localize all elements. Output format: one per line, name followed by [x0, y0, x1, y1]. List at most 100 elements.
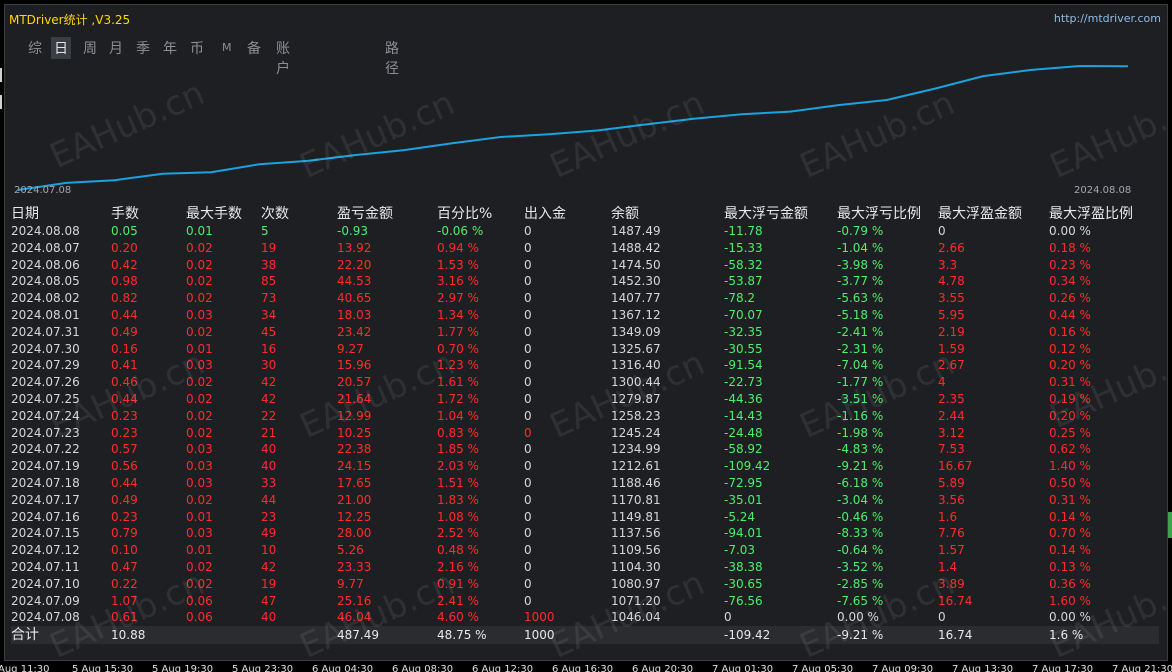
table-row[interactable]: 2024.07.26 0.46 0.02 42 20.57 1.61 % 0 1300.44 -… [11, 374, 1159, 391]
time-axis-label: 6 Aug 16:30 [552, 664, 614, 672]
table-cell: 2024.07.22 [11, 442, 80, 457]
table-cell: 38 [261, 257, 277, 272]
table-cell: 4 [938, 375, 946, 390]
table-cell: 2024.07.09 [11, 593, 80, 608]
table-row[interactable]: 2024.07.31 0.49 0.02 45 23.42 1.77 % 0 1349.09 -… [11, 324, 1159, 341]
table-row[interactable]: 2024.08.07 0.20 0.02 19 13.92 0.94 % 0 1488.42 -… [11, 240, 1159, 257]
total-cell: 487.49 [337, 627, 379, 642]
table-cell: 0.23 [111, 425, 138, 440]
table-cell: 1.85 % [437, 442, 479, 457]
time-axis-label: 5 Aug 15:30 [72, 664, 134, 672]
table-cell: 1.07 [111, 593, 138, 608]
table-row[interactable]: 2024.07.23 0.23 0.02 21 10.25 0.83 % 0 1245.24 -… [11, 425, 1159, 442]
column-header[interactable]: 日期 [11, 203, 111, 223]
table-row[interactable]: 2024.08.02 0.82 0.02 73 40.65 2.97 % 0 1407.77 -… [11, 290, 1159, 307]
table-cell: 0.02 [186, 274, 213, 289]
table-cell: 15.96 [337, 358, 372, 373]
time-axis: Aug 11:30 5 Aug 15:30 5 Aug 19:30 5 Aug 23:… [0, 664, 1172, 672]
table-cell: 1.72 % [437, 391, 479, 406]
table-row[interactable]: 2024.08.05 0.98 0.02 85 44.53 3.16 % 0 1452.30 -… [11, 273, 1159, 290]
table-row[interactable]: 2024.07.17 0.49 0.02 44 21.00 1.83 % 0 1170.81 -… [11, 492, 1159, 509]
table-row[interactable]: 2024.07.15 0.79 0.03 49 28.00 2.52 % 0 1137.56 -… [11, 525, 1159, 542]
table-row[interactable]: 2024.07.25 0.44 0.02 42 21.64 1.72 % 0 1279.87 -… [11, 391, 1159, 408]
tab-m[interactable]: M [219, 40, 235, 55]
table-cell: 1137.56 [611, 526, 661, 541]
table-cell: 1.60 % [1049, 593, 1091, 608]
column-header[interactable]: 百分比% [437, 203, 524, 223]
table-cell: 0.02 [186, 240, 213, 255]
site-link[interactable]: http://mtdriver.com [1054, 12, 1161, 25]
tab-currency[interactable]: 币 [187, 37, 207, 59]
table-cell: 0.22 [111, 576, 138, 591]
table-cell: 2024.07.17 [11, 492, 80, 507]
tab-weekly[interactable]: 周 [80, 37, 100, 59]
total-row: 合计 10.88 487.49 48.75 % 1000 -109.42 -9.21 % 16… [11, 626, 1159, 645]
table-cell: 3.3 [938, 257, 958, 272]
table-cell: 0.01 [186, 341, 213, 356]
tab-notes[interactable]: 备 [244, 37, 264, 59]
column-header[interactable]: 最大浮盈金额 [938, 203, 1049, 223]
table-cell: 19 [261, 240, 277, 255]
tab-monthly[interactable]: 月 [106, 37, 126, 59]
column-header[interactable]: 最大手数 [186, 203, 261, 223]
table-cell: -7.03 [724, 543, 756, 558]
column-header[interactable]: 余额 [611, 203, 724, 223]
column-header[interactable]: 最大浮亏比例 [837, 203, 938, 223]
table-cell: 23.33 [337, 559, 372, 574]
table-cell: 1245.24 [611, 425, 661, 440]
table-row[interactable]: 2024.07.18 0.44 0.03 33 17.65 1.51 % 0 1188.46 -… [11, 475, 1159, 492]
table-row[interactable]: 2024.07.22 0.57 0.03 40 22.38 1.85 % 0 1234.99 -… [11, 441, 1159, 458]
table-cell: 0.14 % [1049, 509, 1091, 524]
table-row[interactable]: 2024.07.24 0.23 0.02 22 12.99 1.04 % 0 1258.23 -… [11, 408, 1159, 425]
table-cell: 1170.81 [611, 492, 661, 507]
table-row[interactable]: 2024.07.19 0.56 0.03 40 24.15 2.03 % 0 1212.61 -… [11, 458, 1159, 475]
table-cell: -5.18 % [837, 307, 884, 322]
table-row[interactable]: 2024.07.09 1.07 0.06 47 25.16 2.41 % 0 1071.20 -… [11, 593, 1159, 610]
tab-overview[interactable]: 综 [25, 37, 45, 59]
table-cell: 3.16 % [437, 274, 479, 289]
chart-start-date: 2024.07.08 [14, 185, 72, 196]
table-cell: 2.66 [938, 240, 965, 255]
table-cell: 2024.07.23 [11, 425, 80, 440]
table-cell: 1487.49 [611, 224, 661, 238]
table-cell: 2024.07.29 [11, 358, 80, 373]
table-row[interactable]: 2024.07.08 0.61 0.06 40 46.04 4.60 % 1000 1046.… [11, 609, 1159, 626]
table-cell: 40 [261, 610, 277, 625]
column-header[interactable]: 出入金 [524, 203, 611, 223]
table-cell: 18.03 [337, 307, 372, 322]
column-header[interactable]: 手数 [111, 203, 186, 223]
table-row[interactable]: 2024.08.06 0.42 0.02 38 22.20 1.53 % 0 1474.50 -… [11, 257, 1159, 274]
table-cell: 2024.07.26 [11, 375, 80, 390]
column-header[interactable]: 最大浮亏金额 [724, 203, 837, 223]
column-header[interactable]: 最大浮盈比例 [1049, 203, 1159, 223]
table-row[interactable]: 2024.07.11 0.47 0.02 42 23.33 2.16 % 0 1104.30 -… [11, 559, 1159, 576]
table-cell: 1.04 % [437, 408, 479, 423]
table-cell: 0 [524, 475, 532, 490]
table-cell: 0.18 % [1049, 240, 1091, 255]
table-cell: 1000 [524, 610, 555, 625]
tab-quarterly[interactable]: 季 [133, 37, 153, 59]
table-row[interactable]: 2024.07.29 0.41 0.03 30 15.96 1.23 % 0 1316.40 -… [11, 357, 1159, 374]
table-cell: 12.25 [337, 509, 372, 524]
tab-yearly[interactable]: 年 [160, 37, 180, 59]
table-cell: 0.23 % [1049, 257, 1091, 272]
table-cell: 1258.23 [611, 408, 661, 423]
table-cell: 12.99 [337, 408, 372, 423]
table-row[interactable]: 2024.07.30 0.16 0.01 16 9.27 0.70 % 0 1325.67 -3… [11, 341, 1159, 358]
tab-daily[interactable]: 日 [51, 37, 71, 59]
table-cell: -30.65 [724, 576, 763, 591]
column-header[interactable]: 盈亏金额 [337, 203, 437, 223]
table-cell: 0 [524, 543, 532, 558]
table-cell: -2.85 % [837, 576, 884, 591]
table-row[interactable]: 2024.07.16 0.23 0.01 23 12.25 1.08 % 0 1149.81 -… [11, 509, 1159, 526]
table-row[interactable]: 2024.07.12 0.10 0.01 10 5.26 0.48 % 0 1109.56 -7… [11, 542, 1159, 559]
total-cell: -9.21 % [837, 627, 884, 642]
table-cell: 0.03 [186, 307, 213, 322]
table-cell: 0.02 [186, 291, 213, 306]
table-row[interactable]: 2024.08.01 0.44 0.03 34 18.03 1.34 % 0 1367.12 -… [11, 307, 1159, 324]
table-cell: 0.70 % [1049, 526, 1091, 541]
column-header[interactable]: 次数 [261, 203, 337, 223]
table-row[interactable]: 2024.07.10 0.22 0.02 19 9.77 0.91 % 0 1080.97 -3… [11, 576, 1159, 593]
table-cell: 49 [261, 526, 277, 541]
table-row[interactable]: 2024.08.08 0.05 0.01 5 -0.93 -0.06 % 0 1487.49 -… [11, 223, 1159, 240]
